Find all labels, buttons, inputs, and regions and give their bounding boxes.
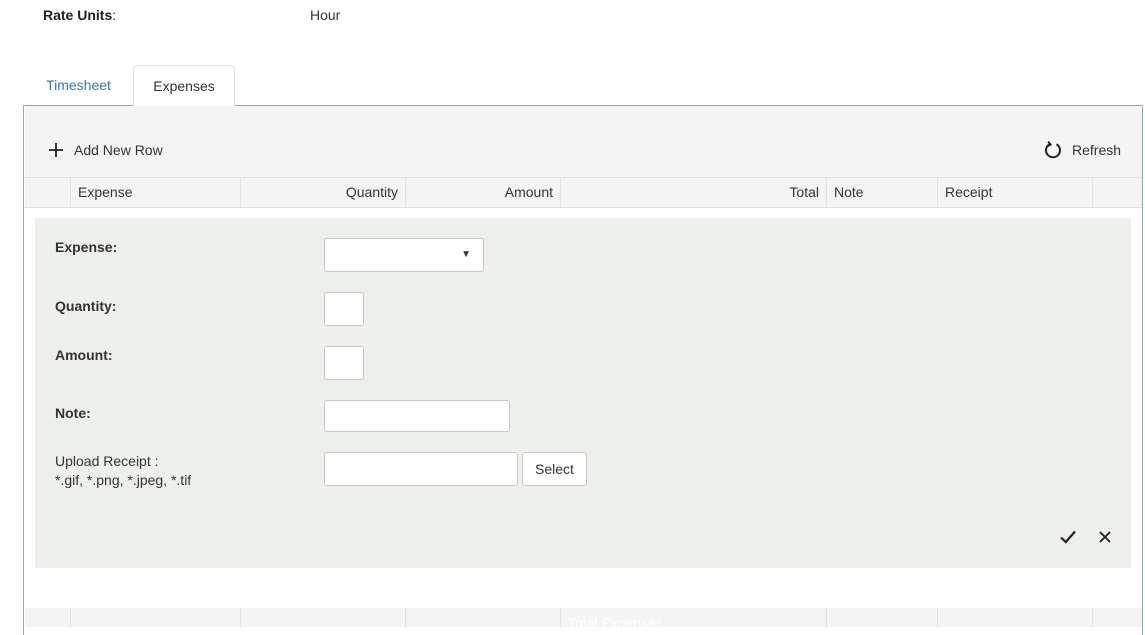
amount-label: Amount: xyxy=(55,347,113,363)
rate-units-label: Rate Units: xyxy=(43,7,117,23)
select-file-button[interactable]: Select xyxy=(522,452,587,486)
note-input[interactable] xyxy=(324,400,510,432)
column-header-select xyxy=(25,178,70,207)
total-expenses-label: Total Expenses xyxy=(568,615,663,631)
tab-timesheet[interactable]: Timesheet xyxy=(24,66,133,105)
plus-icon xyxy=(49,143,63,157)
note-label: Note: xyxy=(55,405,91,421)
footer-divider xyxy=(560,608,561,627)
column-header-actions xyxy=(1092,178,1142,207)
column-header-amount[interactable]: Amount xyxy=(405,178,560,207)
caret-down-icon: ▼ xyxy=(461,249,471,260)
tab-expenses[interactable]: Expenses xyxy=(133,65,235,106)
column-header-expense[interactable]: Expense xyxy=(70,178,240,207)
grid-toolbar xyxy=(25,106,1142,178)
grid-header: Expense Quantity Amount Total Note Recei… xyxy=(25,178,1142,208)
upload-receipt-hint: *.gif, *.png, *.jpeg, *.tif xyxy=(55,472,192,488)
close-icon xyxy=(1099,531,1111,543)
upload-receipt-label: Upload Receipt : xyxy=(55,453,159,469)
quantity-input[interactable] xyxy=(324,292,364,326)
refresh-button[interactable]: Refresh xyxy=(1043,138,1121,162)
footer-divider xyxy=(405,608,406,627)
expense-edit-form xyxy=(35,218,1131,568)
rate-units-value: Hour xyxy=(310,7,341,23)
add-new-row-label: Add New Row xyxy=(74,142,163,158)
footer-divider xyxy=(937,608,938,627)
column-header-receipt[interactable]: Receipt xyxy=(937,178,1092,207)
refresh-label: Refresh xyxy=(1072,142,1122,158)
refresh-icon xyxy=(1045,140,1061,159)
upload-receipt-input[interactable] xyxy=(324,452,518,486)
footer-divider xyxy=(70,608,71,627)
cancel-button[interactable] xyxy=(1097,529,1113,548)
footer-divider xyxy=(826,608,827,627)
column-header-quantity[interactable]: Quantity xyxy=(240,178,405,207)
expense-select[interactable]: ▼ xyxy=(324,238,484,272)
footer-divider xyxy=(1092,608,1093,627)
column-header-total[interactable]: Total xyxy=(560,178,826,207)
footer-divider xyxy=(240,608,241,627)
amount-input[interactable] xyxy=(324,346,364,380)
column-header-note[interactable]: Note xyxy=(826,178,937,207)
confirm-button[interactable] xyxy=(1059,528,1077,549)
expense-label: Expense: xyxy=(55,239,118,255)
add-new-row-button[interactable]: Add New Row xyxy=(48,138,163,162)
quantity-label: Quantity: xyxy=(55,298,117,314)
checkmark-icon xyxy=(1060,530,1076,544)
